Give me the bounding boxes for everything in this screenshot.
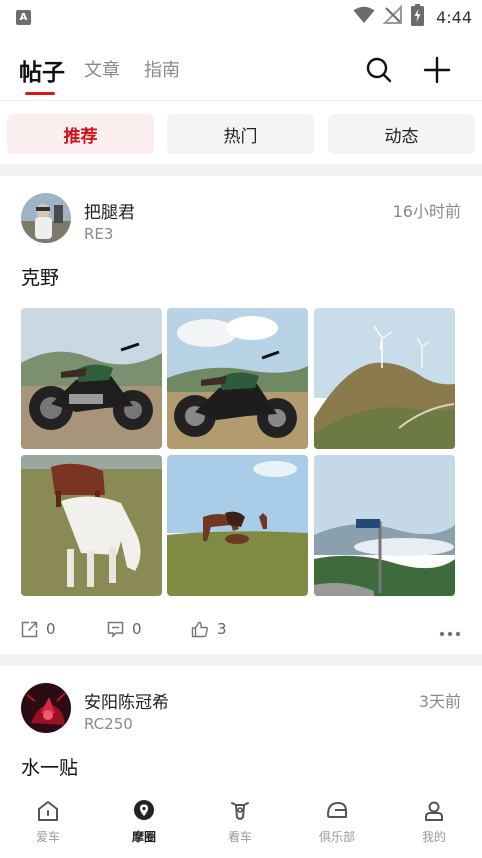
post-time: 3天前 (418, 692, 461, 711)
post-card[interactable]: 安阳陈冠希 RC250 3天前 水一贴 (0, 666, 482, 795)
tab-posts[interactable]: 帖子 (19, 53, 65, 87)
comment-count: 0 (132, 620, 142, 638)
post-time: 16小时前 (392, 202, 461, 221)
chip-updates[interactable]: 动态 (328, 114, 475, 154)
photo-motorcycle-2[interactable] (167, 308, 308, 449)
share-icon (21, 621, 38, 637)
status-time: 4:44 (436, 7, 472, 27)
nav-item-browse-bikes[interactable]: 看车 (200, 799, 280, 845)
status-bar: A 4:44 (0, 0, 482, 34)
share-count: 0 (46, 620, 56, 638)
more-options-button[interactable] (439, 622, 461, 641)
photo-grid (21, 308, 455, 596)
photo-white-horse[interactable] (21, 455, 162, 596)
status-left: A (16, 9, 31, 25)
nav-label: 摩圈 (131, 830, 156, 844)
section-divider (0, 654, 482, 666)
plus-icon (423, 56, 451, 84)
motorbike-front-icon (231, 802, 249, 820)
post-actions: 0 0 3 (21, 620, 461, 644)
author-name[interactable]: 安阳陈冠希 (84, 688, 169, 713)
post-text: 水一贴 (21, 757, 79, 779)
tab-articles[interactable]: 文章 (84, 56, 120, 82)
top-tab-bar: 帖子 文章 指南 (0, 44, 482, 100)
notification-a-icon: A (16, 9, 31, 25)
like-button[interactable]: 3 (191, 620, 227, 638)
tab-guides[interactable]: 指南 (144, 56, 180, 82)
header-divider (0, 100, 482, 101)
create-post-button[interactable] (421, 54, 453, 86)
location-pin-icon (134, 800, 154, 820)
share-button[interactable]: 0 (21, 620, 56, 638)
nav-item-profile[interactable]: 我的 (394, 799, 474, 845)
battery-charging-icon (411, 4, 425, 30)
nav-item-my-bike[interactable]: 爱车 (8, 799, 88, 845)
nav-item-club[interactable]: 俱乐部 (297, 799, 377, 845)
nav-label: 看车 (227, 830, 252, 844)
bottom-nav: 爱车 摩圈 看车 俱乐部 我的 (0, 795, 482, 858)
avatar[interactable] (21, 193, 71, 243)
post-text: 克野 (21, 267, 60, 289)
comment-icon (107, 621, 124, 638)
nav-label: 爱车 (35, 830, 60, 844)
photo-wind-turbine-hill[interactable] (314, 308, 455, 449)
like-count: 3 (217, 620, 227, 638)
status-right: 4:44 (353, 4, 472, 30)
active-tab-indicator (25, 92, 55, 95)
nav-item-moto-circle[interactable]: 摩圈 (104, 799, 184, 845)
more-dots-icon (439, 631, 461, 637)
bike-model: RE3 (84, 225, 114, 243)
post-card[interactable]: 把腿君 RE3 16小时前 克野 0 0 3 (0, 176, 482, 654)
author-name[interactable]: 把腿君 (84, 198, 135, 223)
home-icon (38, 801, 58, 821)
nav-label: 俱乐部 (318, 830, 355, 844)
section-divider (0, 164, 482, 176)
wifi-icon (353, 6, 375, 28)
search-button[interactable] (363, 54, 395, 86)
helmet-icon (327, 802, 347, 818)
user-icon (425, 801, 443, 821)
search-icon (366, 57, 392, 83)
filter-chips: 推荐 热门 动态 (7, 114, 475, 154)
photo-motorcycle-1[interactable] (21, 308, 162, 449)
comment-button[interactable]: 0 (107, 620, 142, 638)
chip-recommended[interactable]: 推荐 (7, 114, 154, 154)
avatar[interactable] (21, 683, 71, 733)
photo-grazing-horses[interactable] (167, 455, 308, 596)
nav-label: 我的 (421, 830, 446, 844)
chip-hot[interactable]: 热门 (167, 114, 314, 154)
no-signal-icon (382, 4, 403, 29)
thumbs-up-icon (191, 621, 208, 637)
photo-mountain-road-sign[interactable] (314, 455, 455, 596)
bike-model: RC250 (84, 715, 133, 733)
